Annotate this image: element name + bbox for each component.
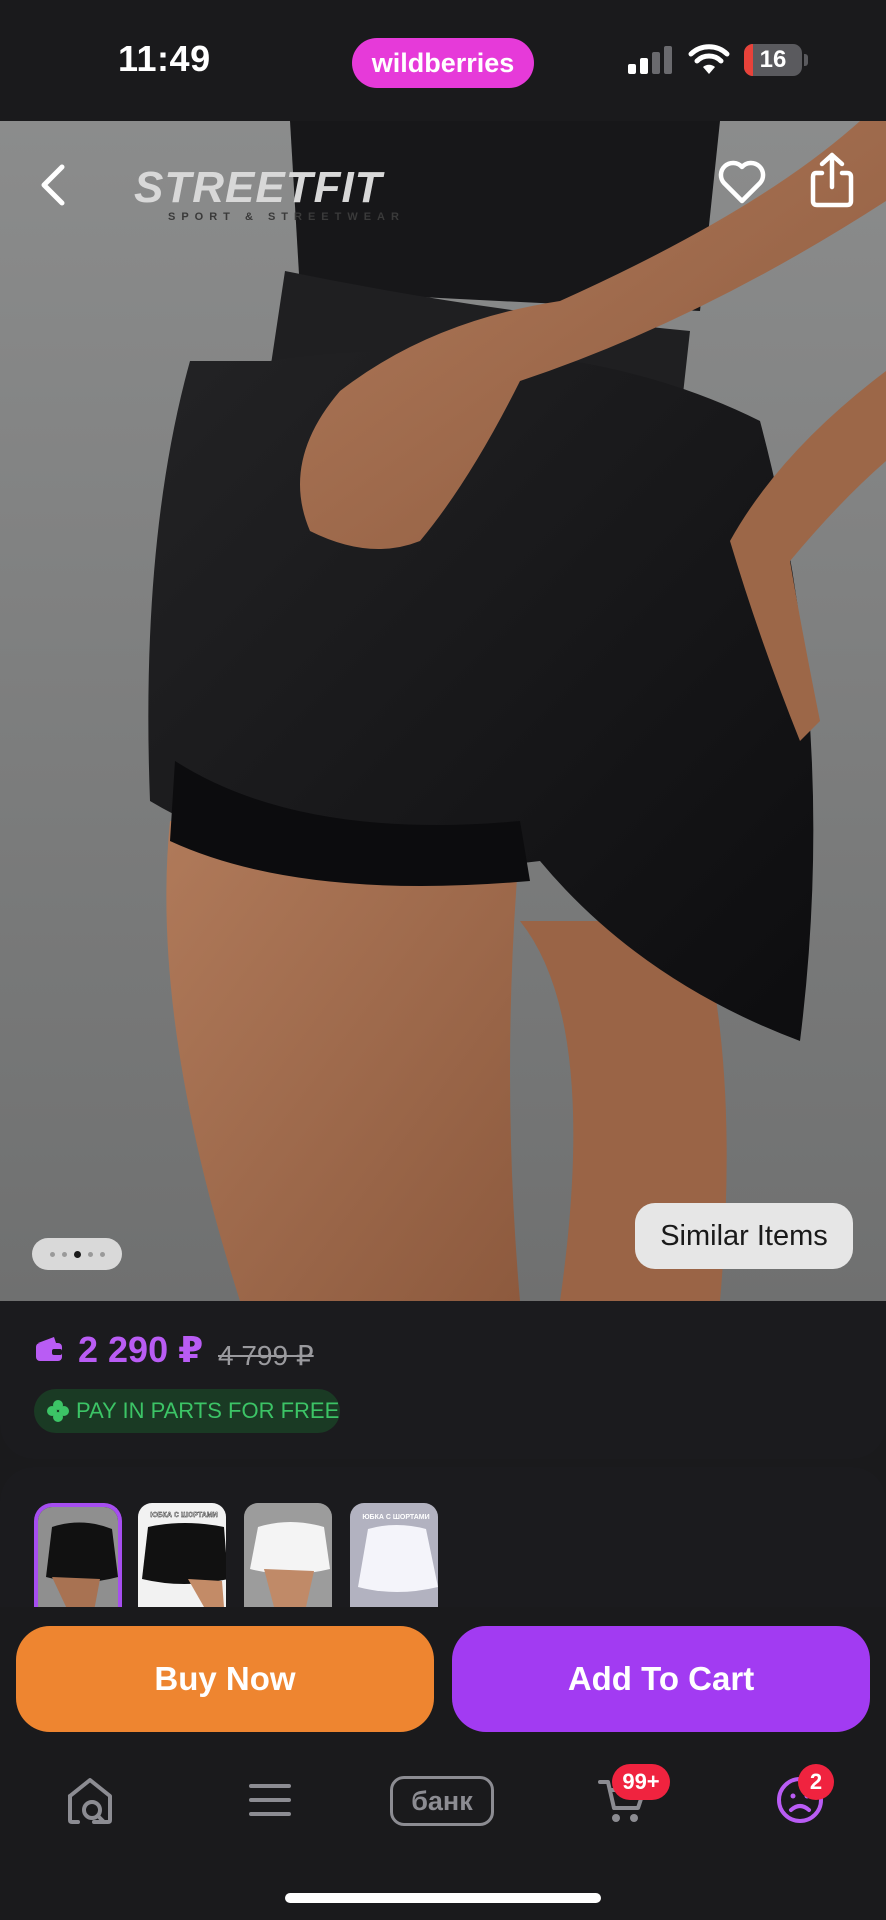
home-search-icon — [68, 1778, 112, 1824]
share-button[interactable] — [808, 151, 856, 209]
wifi-icon — [688, 44, 730, 74]
brand-logo: STREETFIT SPORT & STREETWEAR — [134, 163, 424, 223]
back-button[interactable] — [30, 157, 76, 213]
variant-thumbnail-caption: ЮБКА С ШОРТАМИ — [150, 1512, 217, 1519]
battery-level: 16 — [759, 46, 787, 73]
tab-bank[interactable]: банк — [390, 1776, 494, 1826]
price-card: 2 290 ₽ 4 799 ₽ PAY IN PARTS FOR FREE — [0, 1301, 886, 1459]
current-price: 2 290 ₽ — [78, 1329, 204, 1370]
status-time: 11:49 — [118, 38, 211, 79]
variant-thumbnail-image — [38, 1507, 118, 1607]
variant-thumbnail-3[interactable] — [244, 1503, 332, 1607]
gallery-page-indicator — [32, 1238, 122, 1270]
variant-thumbnail-image — [244, 1503, 332, 1607]
add-to-cart-button[interactable]: Add To Cart — [452, 1626, 870, 1732]
gallery-dot — [73, 1250, 81, 1258]
battery-icon: 16 — [744, 44, 808, 76]
brand-pill[interactable]: wildberries — [352, 38, 534, 88]
variant-thumbnail-caption: ЮБКА С ШОРТАМИ — [362, 1514, 429, 1521]
old-price: 4 799 ₽ — [218, 1340, 314, 1371]
brand-logo-word: STREETFIT — [134, 163, 383, 212]
variant-thumbnail-1[interactable] — [34, 1503, 122, 1607]
variant-thumbnail-2[interactable]: ЮБКА С ШОРТАМИ — [138, 1503, 226, 1607]
buy-now-button[interactable]: Buy Now — [16, 1626, 434, 1732]
chevron-left-icon — [41, 164, 65, 206]
wallet-icon — [36, 1337, 62, 1361]
share-icon — [810, 152, 854, 208]
product-photo — [148, 121, 886, 1301]
product-image-gallery[interactable]: STREETFIT SPORT & STREETWEAR Similar Ite… — [0, 121, 886, 1301]
signal-icon — [628, 46, 672, 74]
menu-icon — [249, 1784, 291, 1816]
gallery-dot — [99, 1251, 105, 1257]
tab-catalog[interactable] — [240, 1770, 300, 1830]
variant-thumbnail-image: ЮБКА С ШОРТАМИ — [138, 1503, 226, 1607]
profile-badge: 2 — [798, 1764, 834, 1800]
home-indicator[interactable] — [285, 1893, 601, 1903]
gallery-dot — [87, 1251, 93, 1257]
gallery-dot — [61, 1251, 67, 1257]
favorite-button[interactable] — [716, 153, 768, 209]
gallery-dot — [49, 1251, 55, 1257]
clover-icon — [47, 1400, 69, 1422]
variant-thumbnail-image: ЮБКА С ШОРТАМИ — [350, 1503, 438, 1607]
status-bar: 11:49 wildberries 16 — [0, 0, 886, 121]
similar-items-button[interactable]: Similar Items — [635, 1203, 853, 1269]
brand-logo-tagline: SPORT & STREETWEAR — [168, 211, 405, 223]
cart-badge: 99+ — [612, 1764, 670, 1800]
heart-icon — [718, 160, 766, 204]
pay-in-parts-badge[interactable]: PAY IN PARTS FOR FREE — [34, 1389, 340, 1433]
variant-thumbnail-4[interactable]: ЮБКА С ШОРТАМИ — [350, 1503, 438, 1607]
pay-in-parts-label: PAY IN PARTS FOR FREE — [76, 1398, 340, 1423]
tab-home[interactable] — [60, 1770, 124, 1830]
variant-thumbnails: ЮБКА С ШОРТАМИ ЮБКА С ШОРТАМИ — [0, 1467, 886, 1607]
